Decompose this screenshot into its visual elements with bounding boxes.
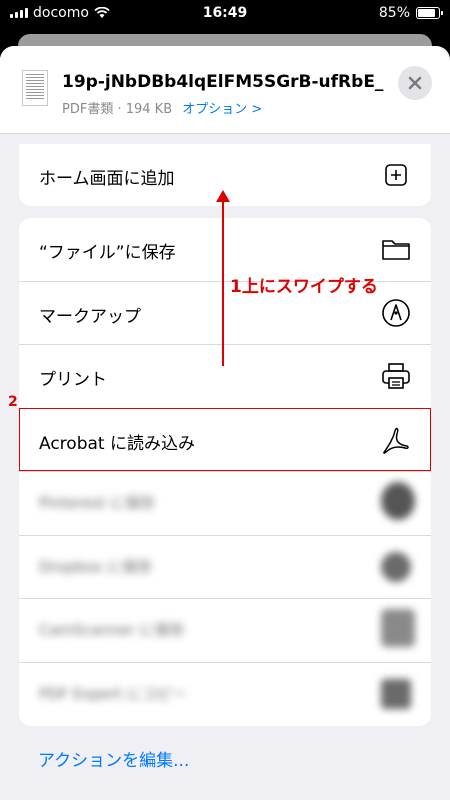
swipe-arrow-line xyxy=(222,198,224,366)
battery-fill xyxy=(418,9,435,17)
file-name: 19p-jNbDBb4lqElFM5SGrB-ufRbE_... xyxy=(62,72,384,92)
action-label: マークアップ xyxy=(39,306,141,327)
folder-icon xyxy=(382,240,410,260)
action-label: Pinterest に保存 xyxy=(39,494,156,512)
dropbox-icon xyxy=(381,551,411,582)
status-bar: docomo 16:49 85% xyxy=(0,0,450,28)
sheet-header: 19p-jNbDBb4lqElFM5SGrB-ufRbE_... PDF書類 ·… xyxy=(0,46,450,134)
close-icon xyxy=(408,76,422,90)
action-row-pdf-expert[interactable]: PDF Expert にコピー xyxy=(19,663,431,727)
acrobat-icon xyxy=(383,427,409,454)
share-sheet: 19p-jNbDBb4lqElFM5SGrB-ufRbE_... PDF書類 ·… xyxy=(0,46,450,800)
file-meta: PDF書類 · 194 KB オプション > xyxy=(62,98,262,117)
document-thumbnail xyxy=(22,70,48,106)
action-label: PDF Expert にコピー xyxy=(39,684,187,703)
action-label: ホーム画面に追加 xyxy=(39,169,175,189)
action-label: Dropbox に保存 xyxy=(39,557,152,576)
battery-icon xyxy=(416,7,443,19)
action-row-acrobat[interactable]: Acrobat に読み込み xyxy=(19,409,431,472)
annotation-step2: 2 xyxy=(8,394,18,410)
pinterest-icon xyxy=(381,482,415,520)
edit-actions-link[interactable]: アクションを編集... xyxy=(38,746,189,771)
printer-icon xyxy=(382,363,410,389)
action-label: CamScanner に保存 xyxy=(39,621,185,639)
markup-pen-icon xyxy=(382,298,410,327)
status-right: 85% xyxy=(378,5,443,21)
battery-percent: 85% xyxy=(378,5,410,21)
add-square-icon xyxy=(385,164,407,186)
action-row-pinterest[interactable]: Pinterest に保存 xyxy=(19,472,431,536)
options-link[interactable]: オプション > xyxy=(182,102,262,117)
annotation-step1: 1上にスワイプする xyxy=(230,277,378,297)
action-row-dropbox[interactable]: Dropbox に保存 xyxy=(19,536,431,599)
action-row-camscanner[interactable]: CamScanner に保存 xyxy=(19,599,431,663)
action-label: Acrobat に読み込み xyxy=(39,433,195,454)
close-button[interactable] xyxy=(398,66,432,100)
file-info: PDF書類 · 194 KB xyxy=(62,102,173,117)
pdf-expert-icon xyxy=(381,678,411,709)
action-label: プリント xyxy=(39,370,107,390)
action-row-print[interactable]: プリント xyxy=(19,345,431,409)
action-label: “ファイル”に保存 xyxy=(39,243,176,263)
camscanner-icon xyxy=(381,609,415,647)
